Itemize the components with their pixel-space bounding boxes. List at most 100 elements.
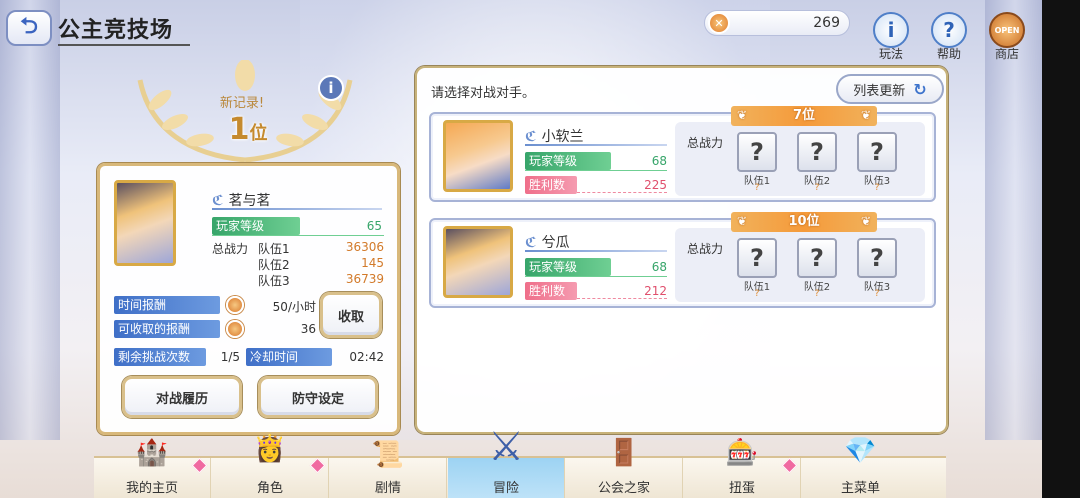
cooldown-value: 02:42	[349, 350, 384, 364]
opponent-card-2[interactable]: ℭ 兮瓜 玩家等级 68 胜利数 212 总战力 ? 队伍1 ? ? 队伍2 ?…	[429, 211, 936, 308]
reward-coin-icon	[226, 296, 244, 314]
back-button[interactable]: ⮌	[6, 10, 52, 46]
record-info-icon[interactable]: i	[318, 75, 344, 101]
nav-label: 主菜单	[840, 481, 880, 496]
team3-power-unknown: ?	[874, 289, 880, 299]
opponent-select-title: 请选择对战对手。	[431, 86, 536, 101]
team1-power-unknown: ?	[754, 183, 760, 193]
nav-label: 冒险	[492, 481, 519, 496]
nav-adventure[interactable]: ⚔ 冒险	[448, 424, 565, 498]
claimable-reward-label: 可收取的报酬	[114, 320, 220, 338]
rules-info-icon[interactable]: i	[873, 12, 909, 48]
refresh-icon: ↻	[913, 79, 927, 99]
claimable-coin-icon	[226, 320, 244, 338]
nav-main-menu[interactable]: 💎 主菜单	[802, 436, 919, 498]
currency-value: 269	[813, 15, 840, 31]
team1-power: 36306	[345, 240, 384, 254]
cooldown-label: 冷却时间	[246, 348, 332, 366]
team3-label: 队伍3	[258, 274, 290, 288]
opponent-wins-label: 胜利数	[525, 282, 577, 300]
nav-gacha[interactable]: 🎰 扭蛋	[684, 438, 801, 498]
page-title: 公主竞技场	[58, 18, 174, 43]
nav-story[interactable]: 📜 剧情	[330, 440, 447, 498]
opponent-level-value: 68	[651, 260, 667, 274]
opponent-team-panel: 总战力 ? 队伍1 ? ? 队伍2 ? ? 队伍3 ?	[675, 228, 925, 302]
nav-guild-house[interactable]: 🚪 公会之家	[566, 438, 683, 498]
opponent-level-label: 玩家等级	[525, 258, 611, 276]
player-level-label: 玩家等级	[212, 217, 300, 235]
refresh-list-label: 列表更新	[853, 83, 906, 99]
nav-label: 我的主页	[125, 481, 178, 496]
player-name: 茗与茗	[228, 193, 271, 209]
help-label[interactable]: 帮助	[924, 45, 974, 62]
rules-label[interactable]: 玩法	[866, 45, 916, 62]
team2-slot-unknown-icon: ?	[797, 132, 837, 172]
level-underline	[525, 170, 667, 171]
opponent-select-panel: 请选择对战对手。 列表更新 ↻ ℭ 小软兰 玩家等级 68 胜利数 225 总战…	[415, 66, 948, 434]
notification-diamond-icon	[781, 457, 798, 474]
team2-power-unknown: ?	[814, 183, 820, 193]
team1-power-unknown: ?	[754, 289, 760, 299]
crossed-swords-icon: ⚔	[488, 424, 524, 470]
collect-button[interactable]: 收取	[320, 292, 382, 338]
time-reward-label: 时间报酬	[114, 296, 220, 314]
opponent-wins-label: 胜利数	[525, 176, 577, 194]
background-pillar-right	[985, 0, 1045, 440]
team3-slot-unknown-icon: ?	[857, 132, 897, 172]
opponent-wins-value: 212	[644, 284, 667, 298]
opponent-name: 兮瓜	[541, 235, 570, 251]
record-rank-unit: 位	[249, 123, 268, 144]
team2-slot-unknown-icon: ?	[797, 238, 837, 278]
opponent-rank-banner: 7位	[731, 105, 877, 126]
level-underline	[212, 235, 384, 236]
total-power-label: 总战力	[687, 136, 724, 150]
opponent-level-label: 玩家等级	[525, 152, 611, 170]
team2-power: 145	[361, 256, 384, 270]
opponent-level-value: 68	[651, 154, 667, 168]
nav-label: 扭蛋	[728, 481, 755, 496]
total-power-label: 总战力	[212, 242, 249, 256]
team2-label: 队伍2	[258, 258, 290, 272]
team3-power-unknown: ?	[874, 183, 880, 193]
opponent-team-panel: 总战力 ? 队伍1 ? ? 队伍2 ? ? 队伍3 ?	[675, 122, 925, 196]
team2-power-unknown: ?	[814, 289, 820, 299]
team1-label: 队伍1	[258, 242, 290, 256]
refresh-list-button[interactable]: 列表更新 ↻	[836, 74, 944, 104]
opponent-card-1[interactable]: ℭ 小软兰 玩家等级 68 胜利数 225 总战力 ? 队伍1 ? ? 队伍2 …	[429, 105, 936, 202]
opponent-wins-value: 225	[644, 178, 667, 192]
nav-label: 角色	[256, 481, 283, 496]
notification-diamond-icon	[309, 457, 326, 474]
nav-my-home[interactable]: 🏰 我的主页	[94, 438, 211, 498]
defense-settings-button[interactable]: 防守设定	[258, 376, 378, 418]
battle-history-button[interactable]: 对战履历	[122, 376, 242, 418]
player-avatar	[114, 180, 176, 266]
new-record-text: 新记录!	[219, 96, 265, 111]
total-power-label: 总战力	[687, 242, 724, 256]
title-underline	[58, 44, 190, 46]
shop-label[interactable]: 商店	[982, 45, 1032, 62]
screen-edge	[1042, 0, 1080, 498]
wins-underline	[577, 298, 667, 299]
scroll-icon: 📜	[371, 440, 405, 470]
team1-slot-unknown-icon: ?	[737, 238, 777, 278]
player-name-row: ℭ 茗与茗	[212, 190, 271, 210]
name-underline	[212, 208, 382, 210]
help-question-icon[interactable]: ?	[931, 12, 967, 48]
name-swirl-icon: ℭ	[212, 193, 224, 209]
shop-open-icon[interactable]: OPEN	[989, 12, 1025, 48]
nav-characters[interactable]: 👸 角色	[212, 434, 329, 498]
player-panel: ℭ 茗与茗 玩家等级 65 总战力 队伍1 36306 队伍2 145 队伍3 …	[97, 163, 400, 435]
opponent-name: 小软兰	[541, 129, 584, 145]
claimable-reward-value: 36	[300, 322, 316, 336]
opponent-name-row: ℭ 小软兰	[525, 126, 584, 146]
castle-icon: 🏰	[135, 438, 169, 468]
level-underline	[525, 276, 667, 277]
door-icon: 🚪	[607, 438, 641, 468]
team3-slot-unknown-icon: ?	[857, 238, 897, 278]
name-underline	[525, 250, 667, 252]
background-pillar-left	[0, 0, 60, 440]
opponent-rank-banner: 10位	[731, 211, 877, 232]
crystal-icon: 💎	[844, 436, 877, 466]
notification-diamond-icon	[191, 457, 208, 474]
gacha-machine-icon: 🎰	[725, 438, 759, 468]
